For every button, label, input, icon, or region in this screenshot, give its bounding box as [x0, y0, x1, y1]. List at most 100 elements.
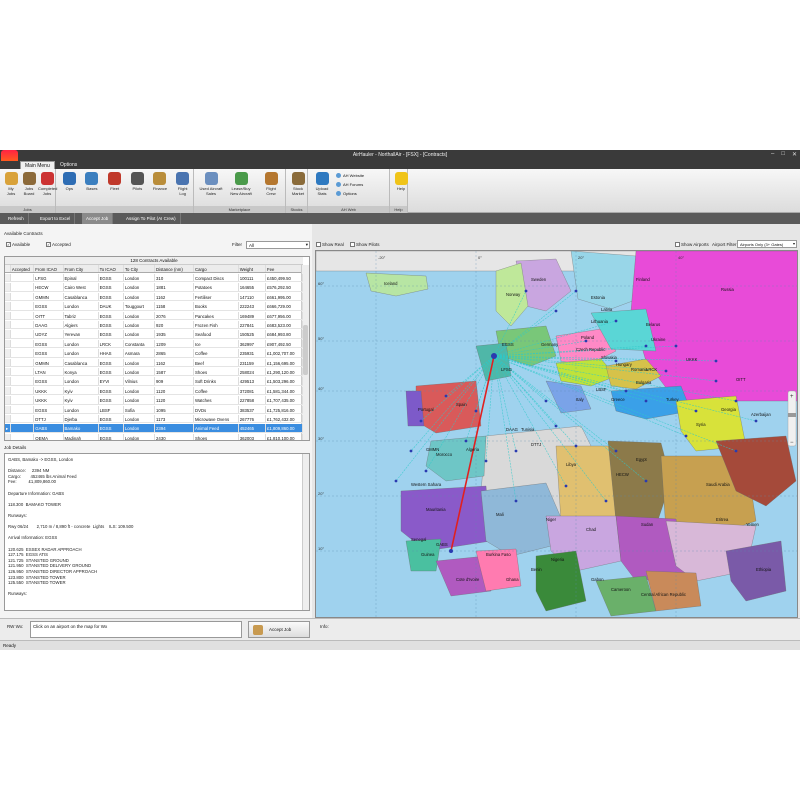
table-row[interactable]: DTTJ Djerba EGSS London 1173 Microwave Ovens 2…: [5, 415, 303, 424]
table-cell: HHAS: [99, 349, 124, 357]
table-row[interactable]: GMMN Casablanca EGSS London 1162 Fertiliser 14…: [5, 292, 303, 302]
help-button[interactable]: Help: [392, 172, 410, 191]
table-row[interactable]: HECW Cairo West EGSS London 1881 Potatoes 1646…: [5, 283, 303, 292]
accept-job-button[interactable]: Accept Job: [82, 213, 114, 224]
table-row[interactable]: DAAG Algiers EGSS London 920 Frozen Fish 22784…: [5, 321, 303, 330]
table-cell: Soft Drinks: [194, 377, 239, 385]
column-header-cargo[interactable]: Cargo: [194, 265, 239, 273]
table-row[interactable]: LFSG Epinal EGSS London 310 Compact Discs 1001…: [5, 274, 303, 283]
column-header-weight[interactable]: Weight: [239, 265, 266, 273]
column-header-accepted[interactable]: Accepted: [11, 265, 35, 273]
column-header-distance-nm[interactable]: Distance (nm): [155, 265, 194, 273]
contracts-table[interactable]: 128 Contracts Available Accepted From ICA…: [4, 256, 310, 441]
finance-button[interactable]: Finance: [149, 172, 172, 191]
filter-select[interactable]: All ▾: [246, 241, 310, 249]
bases-button[interactable]: Bases: [81, 172, 104, 191]
column-header-to-icao[interactable]: To ICAO: [99, 265, 124, 273]
wx-textbox[interactable]: Click on an airport on the map for Wx: [30, 621, 242, 638]
show-real-checkbox[interactable]: Show Real: [316, 242, 344, 248]
airport-marker: [394, 479, 398, 483]
map-label-georgia: Georgia: [721, 407, 737, 412]
pilots-button[interactable]: Pilots: [126, 172, 149, 191]
table-cell: Sofia: [124, 405, 156, 413]
show-pilots-checkbox[interactable]: Show Pilots: [350, 242, 380, 248]
table-row[interactable]: GMMN Casablanca EGSS London 1162 Beef 231159 £1…: [5, 358, 303, 367]
table-row[interactable]: EGSS London LBSF Sofia 1095 DVDs 383537 £1,725,…: [5, 405, 303, 414]
column-header-fee[interactable]: Fee: [266, 265, 303, 273]
airport-marker: [424, 469, 428, 473]
map-label-russia: Russia: [721, 287, 734, 292]
link-options[interactable]: Options: [336, 191, 357, 196]
fleet-icon: [108, 172, 122, 185]
table-cell: 1173: [155, 415, 194, 423]
minimize-button[interactable]: –: [771, 151, 774, 158]
link-ah-forums[interactable]: AH Forums: [336, 182, 363, 187]
assign-pilot-button[interactable]: Assign To Pilot (AI Crew): [122, 213, 181, 224]
table-cell: [11, 330, 35, 338]
table-row[interactable]: LTAN Konya EGSS London 1587 Shoes 258024 £1,290…: [5, 368, 303, 377]
table-cell: Microwave Ovens: [194, 415, 239, 423]
table-row[interactable]: EGSS London DAUK Touggourt 1158 Books 222243 £6…: [5, 302, 303, 311]
country-shape: [425, 435, 487, 482]
table-cell: London: [124, 433, 156, 440]
table-row[interactable]: OEMA Madinah EGSS London 2430 Shoes 362003 £1,8…: [5, 433, 303, 440]
ops-icon: [62, 172, 76, 185]
table-cell: 100111: [239, 274, 266, 282]
column-header-to-city[interactable]: To City: [124, 265, 156, 273]
export-excel-button[interactable]: Export to Excel: [36, 213, 76, 224]
table-cell: DVDs: [194, 405, 239, 413]
map-canvas[interactable]: 60° 50° 40° 30° 20° 10° -20° 0° 20° 40° Iceland Fin…: [316, 251, 798, 618]
table-cell: 2430: [155, 433, 194, 440]
ribbon-group: Ops Bases Fleet Pilots Finance Flight Log: [56, 169, 194, 213]
airport-marker: [484, 459, 488, 463]
map-label-western-sahara: Western Sahara: [411, 482, 442, 487]
ops-button[interactable]: Ops: [58, 172, 81, 191]
column-header-from-icao[interactable]: From ICAO: [34, 265, 64, 273]
refresh-button[interactable]: Refresh: [4, 213, 29, 224]
table-row[interactable]: UKKK Kyiv EGSS London 1120 Coffee 372081 £1,581…: [5, 386, 303, 396]
used-aircraft-sales-button[interactable]: Used Aircraft Sales: [196, 172, 226, 196]
zoom-in-button[interactable]: +: [790, 394, 794, 400]
show-airports-checkbox[interactable]: Show Airports: [675, 242, 709, 248]
tab-options[interactable]: Options: [56, 161, 81, 169]
details-scrollbar[interactable]: [302, 454, 309, 610]
completed-jobs-button[interactable]: Completed Jobs: [38, 172, 57, 196]
zoom-out-button[interactable]: −: [790, 440, 794, 446]
close-button[interactable]: ✕: [792, 151, 797, 158]
jobs-board-button[interactable]: Jobs Board: [20, 172, 38, 196]
my-jobs-button[interactable]: My Jobs: [2, 172, 20, 196]
flight-crew-button[interactable]: Flight Crew: [256, 172, 286, 196]
table-cell: London: [124, 330, 156, 338]
table-row[interactable]: OITT Tabriz EGSS London 2076 Pancakes 169489 £6…: [5, 311, 303, 320]
table-cell: London: [124, 321, 156, 329]
column-header-from-city[interactable]: From City: [64, 265, 99, 273]
table-row[interactable]: EGSS London EYVI Vilnius 909 Soft Drinks 42951…: [5, 377, 303, 386]
fleet-button[interactable]: Fleet: [103, 172, 126, 191]
maximize-button[interactable]: □: [781, 151, 785, 158]
map-label-egss: EGSS: [502, 342, 514, 347]
lease-buy-new-aircraft-button[interactable]: Lease/Buy New Aircraft: [226, 172, 256, 196]
table-row[interactable]: EGSS London LRCK Constanta 1209 Ice 362997 £907…: [5, 339, 303, 349]
flight-log-button[interactable]: Flight Log: [171, 172, 194, 196]
checkbox-icon: [316, 242, 321, 248]
available-checkbox[interactable]: ✓ Available: [6, 242, 30, 248]
longitude-label: 40°: [678, 255, 684, 260]
tab-main-menu[interactable]: Main Menu: [20, 161, 55, 169]
accepted-checkbox[interactable]: ✓ Accepted: [46, 242, 71, 248]
table-cell: Vilnius: [124, 377, 156, 385]
table-row[interactable]: ▸ GABS Bamako EGSS London 2394 Animal Feed 4524…: [5, 424, 303, 433]
table-cell: EGSS: [99, 415, 124, 423]
filter-label: Filter: [232, 242, 242, 247]
lease-buy-icon: [234, 172, 248, 185]
table-row[interactable]: UDYZ Yerevan EGSS London 1935 Seafood 150525 £6…: [5, 330, 303, 339]
link-ah-website[interactable]: AH Website: [336, 173, 364, 178]
table-row[interactable]: UKKK Kyiv EGSS London 1120 Watches 227858 £1,70…: [5, 396, 303, 405]
route-map[interactable]: 60° 50° 40° 30° 20° 10° -20° 0° 20° 40° Iceland Fin…: [315, 250, 798, 618]
used-aircraft-icon: [204, 172, 218, 185]
table-row[interactable]: EGSS London HHAS Asmara 2865 Coffee 235931 £1,0…: [5, 349, 303, 358]
accept-job-bottom-button[interactable]: Accept Job: [248, 621, 310, 638]
stock-market-button[interactable]: Stock Market: [288, 172, 308, 196]
airport-filter-select[interactable]: Airports Only (3+ Gates) ▾: [737, 240, 797, 248]
upload-stats-button[interactable]: Upload Stats: [310, 172, 334, 196]
map-label-guinea: Guinea: [421, 552, 435, 557]
